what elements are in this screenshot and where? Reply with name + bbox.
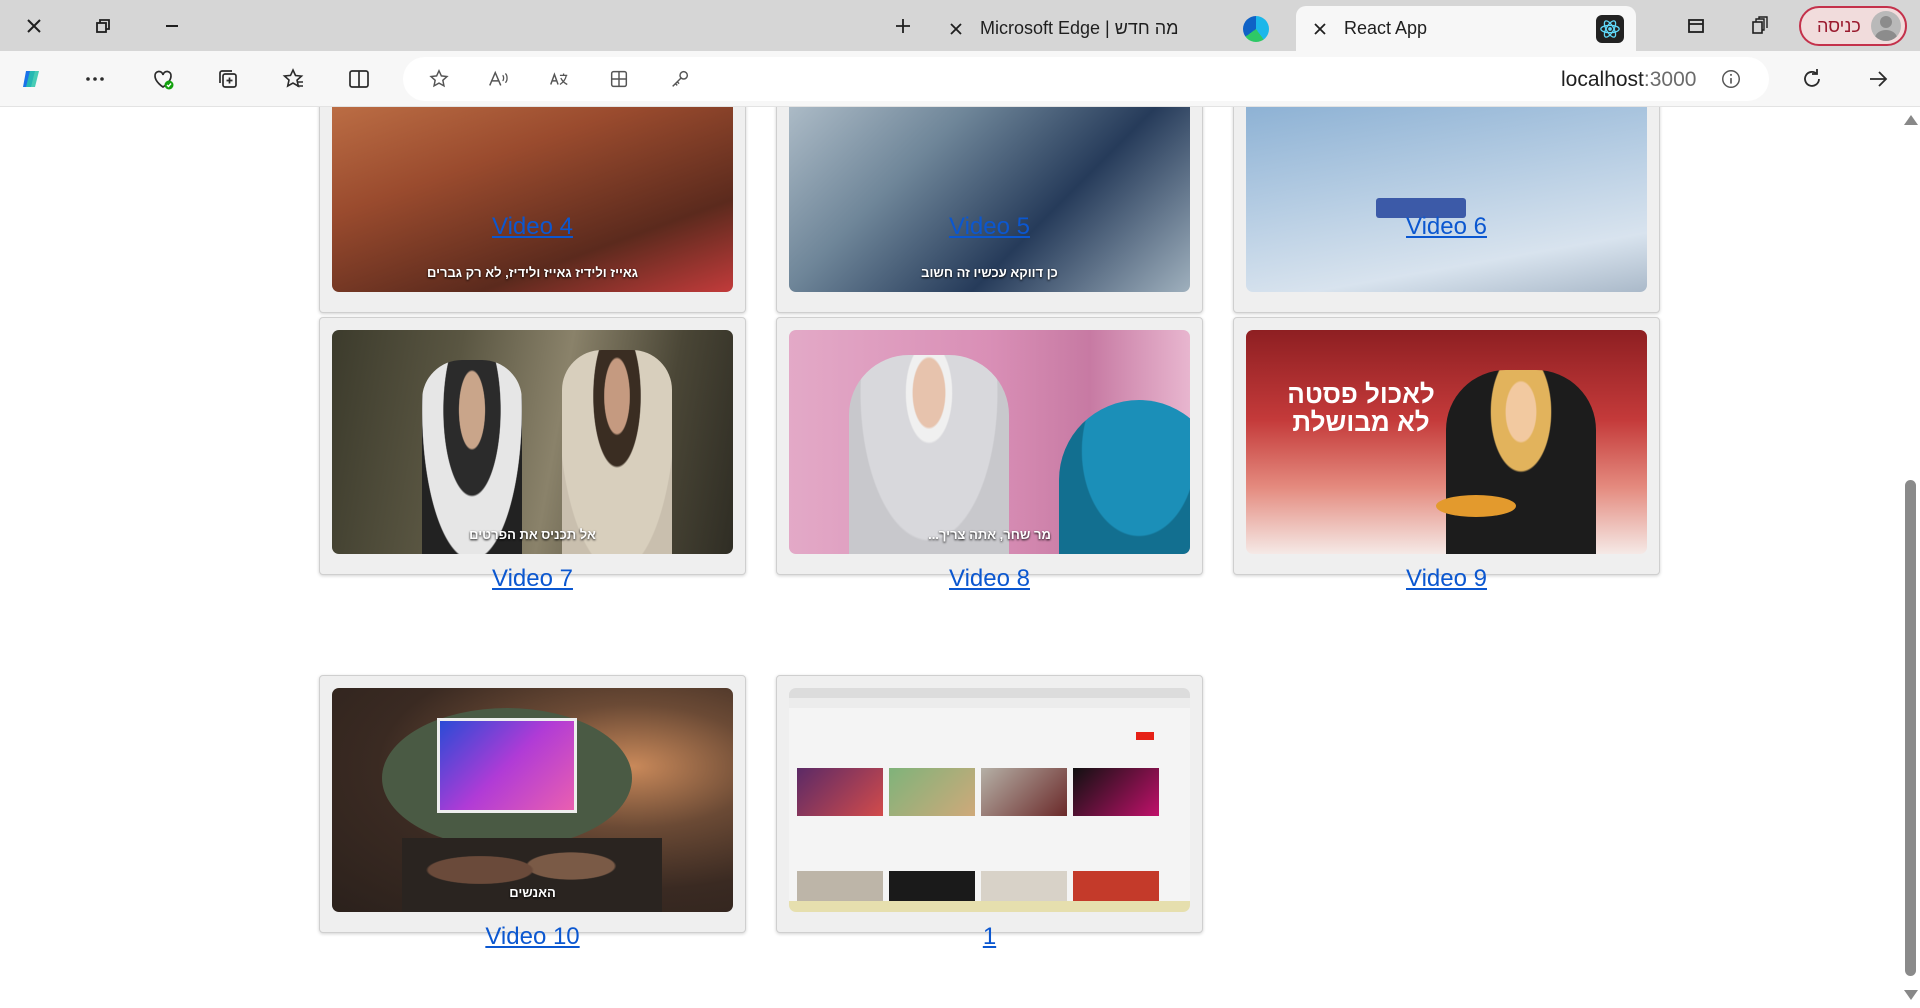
thumbnail-object <box>797 768 883 816</box>
restore-icon[interactable] <box>83 6 123 46</box>
scrollbar-thumb[interactable] <box>1905 480 1916 976</box>
thumbnail-subtitle: כן דווקא עכשיו זה חשוב <box>921 265 1058 280</box>
tab-close-icon[interactable] <box>944 17 968 41</box>
thumbnail-title-text: לאכול פסטה לא מבושלת <box>1287 379 1435 437</box>
address-bar[interactable]: localhost:3000 <box>403 57 1769 101</box>
thumbnail-object <box>789 688 1190 698</box>
video-card: גאייז ולידיז גאייז ולידיז, לא רק גברים V… <box>319 107 746 313</box>
more-options-icon[interactable] <box>75 59 115 99</box>
video-thumbnail[interactable] <box>789 688 1190 912</box>
video-thumbnail[interactable] <box>1246 107 1647 292</box>
thumbnail-object <box>789 901 1190 912</box>
key-icon[interactable] <box>666 65 694 93</box>
thumbnail-object <box>889 871 975 905</box>
thumbnail-object <box>1136 732 1154 740</box>
thumbnail-object <box>1073 768 1159 816</box>
thumbnail-object <box>889 768 975 816</box>
tab-title: Microsoft Edge | מה חדש <box>980 18 1179 38</box>
edge-logo-icon <box>1243 15 1269 42</box>
url-text[interactable]: localhost:3000 <box>1561 68 1696 92</box>
thumbnail-subtitle: אל תכניס את הפרטים <box>469 527 596 542</box>
video-link[interactable]: Video 9 <box>1234 565 1659 593</box>
video-link[interactable]: 1 <box>777 923 1202 951</box>
thumbnail-subtitle: מר שחר, אתה צריך... <box>928 527 1051 542</box>
tab-react-app[interactable]: React App <box>1296 6 1636 51</box>
site-info-icon[interactable] <box>1717 65 1745 93</box>
video-link[interactable]: Video 5 <box>777 213 1202 241</box>
video-card: אל תכניס את הפרטים Video 7 <box>319 317 746 592</box>
new-tab-plus-icon[interactable] <box>883 6 923 46</box>
minimize-icon[interactable] <box>152 6 192 46</box>
scroll-up-arrow-icon[interactable] <box>1904 115 1918 125</box>
video-link[interactable]: Video 7 <box>320 565 745 593</box>
video-card: האנשים Video 10 <box>319 675 746 950</box>
url-host: localhost <box>1561 68 1644 91</box>
thumbnail-subtitle: האנשים <box>509 885 556 900</box>
thumbnail-object <box>797 871 883 905</box>
browser-essentials-icon[interactable] <box>143 59 183 99</box>
extensions-icon[interactable] <box>605 65 633 93</box>
avatar <box>1871 11 1901 41</box>
video-link[interactable]: Video 4 <box>320 213 745 241</box>
thumbnail-object <box>981 871 1067 905</box>
video-thumbnail[interactable]: האנשים <box>332 688 733 912</box>
thumbnail-figure <box>422 360 522 554</box>
thumbnail-subtitle: גאייז ולידיז גאייז ולידיז, לא רק גברים <box>426 265 639 280</box>
tab-title: React App <box>1344 18 1428 38</box>
forward-arrow-icon[interactable] <box>1858 59 1898 99</box>
tab-close-icon[interactable] <box>1308 17 1332 41</box>
thumbnail-object <box>789 698 1190 708</box>
video-thumbnail[interactable]: כן דווקא עכשיו זה חשוב <box>789 107 1190 292</box>
tab-edge-whats-new[interactable]: Microsoft Edge | מה חדש <box>944 6 1279 51</box>
video-link[interactable]: Video 10 <box>320 923 745 951</box>
thumbnail-object <box>981 768 1067 816</box>
thumbnail-figure <box>562 350 672 554</box>
video-link[interactable]: Video 6 <box>1234 213 1659 241</box>
thumbnail-figure <box>849 355 1009 554</box>
page-scrollbar[interactable] <box>1900 107 1920 1008</box>
video-card: Video 6 <box>1233 107 1660 313</box>
video-thumbnail[interactable]: אל תכניס את הפרטים <box>332 330 733 554</box>
refresh-icon[interactable] <box>1792 59 1832 99</box>
tab-strip: Microsoft Edge | מה חדש React App כניסה <box>0 0 1920 51</box>
scroll-down-arrow-icon[interactable] <box>1904 990 1918 1000</box>
favorites-icon[interactable] <box>273 59 313 99</box>
tv-screen <box>437 718 577 813</box>
video-thumbnail[interactable]: לאכול פסטה לא מבושלת <box>1246 330 1647 554</box>
collections-icon[interactable] <box>208 59 248 99</box>
video-link[interactable]: Video 8 <box>777 565 1202 593</box>
profile-button[interactable]: כניסה <box>1799 6 1907 46</box>
thumbnail-object <box>1436 495 1516 517</box>
close-icon[interactable] <box>14 6 54 46</box>
copilot-icon[interactable] <box>12 59 52 99</box>
profile-label: כניסה <box>1817 15 1861 36</box>
url-port: :3000 <box>1643 68 1697 91</box>
thumbnail-object <box>1073 871 1159 905</box>
page-viewport: גאייז ולידיז גאייז ולידיז, לא רק גברים V… <box>0 107 1920 1008</box>
translate-icon[interactable] <box>545 65 573 93</box>
video-thumbnail[interactable]: גאייז ולידיז גאייז ולידיז, לא רק גברים <box>332 107 733 292</box>
browser-toolbar: localhost:3000 <box>0 51 1920 107</box>
video-thumbnail[interactable]: מר שחר, אתה צריך... <box>789 330 1190 554</box>
thumbnail-figure <box>402 838 662 912</box>
video-card: 1 <box>776 675 1203 950</box>
video-card: לאכול פסטה לא מבושלת Video 9 <box>1233 317 1660 592</box>
split-screen-icon[interactable] <box>339 59 379 99</box>
read-aloud-icon[interactable] <box>484 65 512 93</box>
video-card: כן דווקא עכשיו זה חשוב Video 5 <box>776 107 1203 313</box>
thumbnail-figure <box>1446 370 1596 554</box>
tab-actions-icon[interactable] <box>1676 6 1716 46</box>
video-card: מר שחר, אתה צריך... Video 8 <box>776 317 1203 592</box>
react-logo-icon <box>1596 14 1624 43</box>
workspaces-icon[interactable] <box>1740 6 1780 46</box>
star-icon[interactable] <box>425 65 453 93</box>
